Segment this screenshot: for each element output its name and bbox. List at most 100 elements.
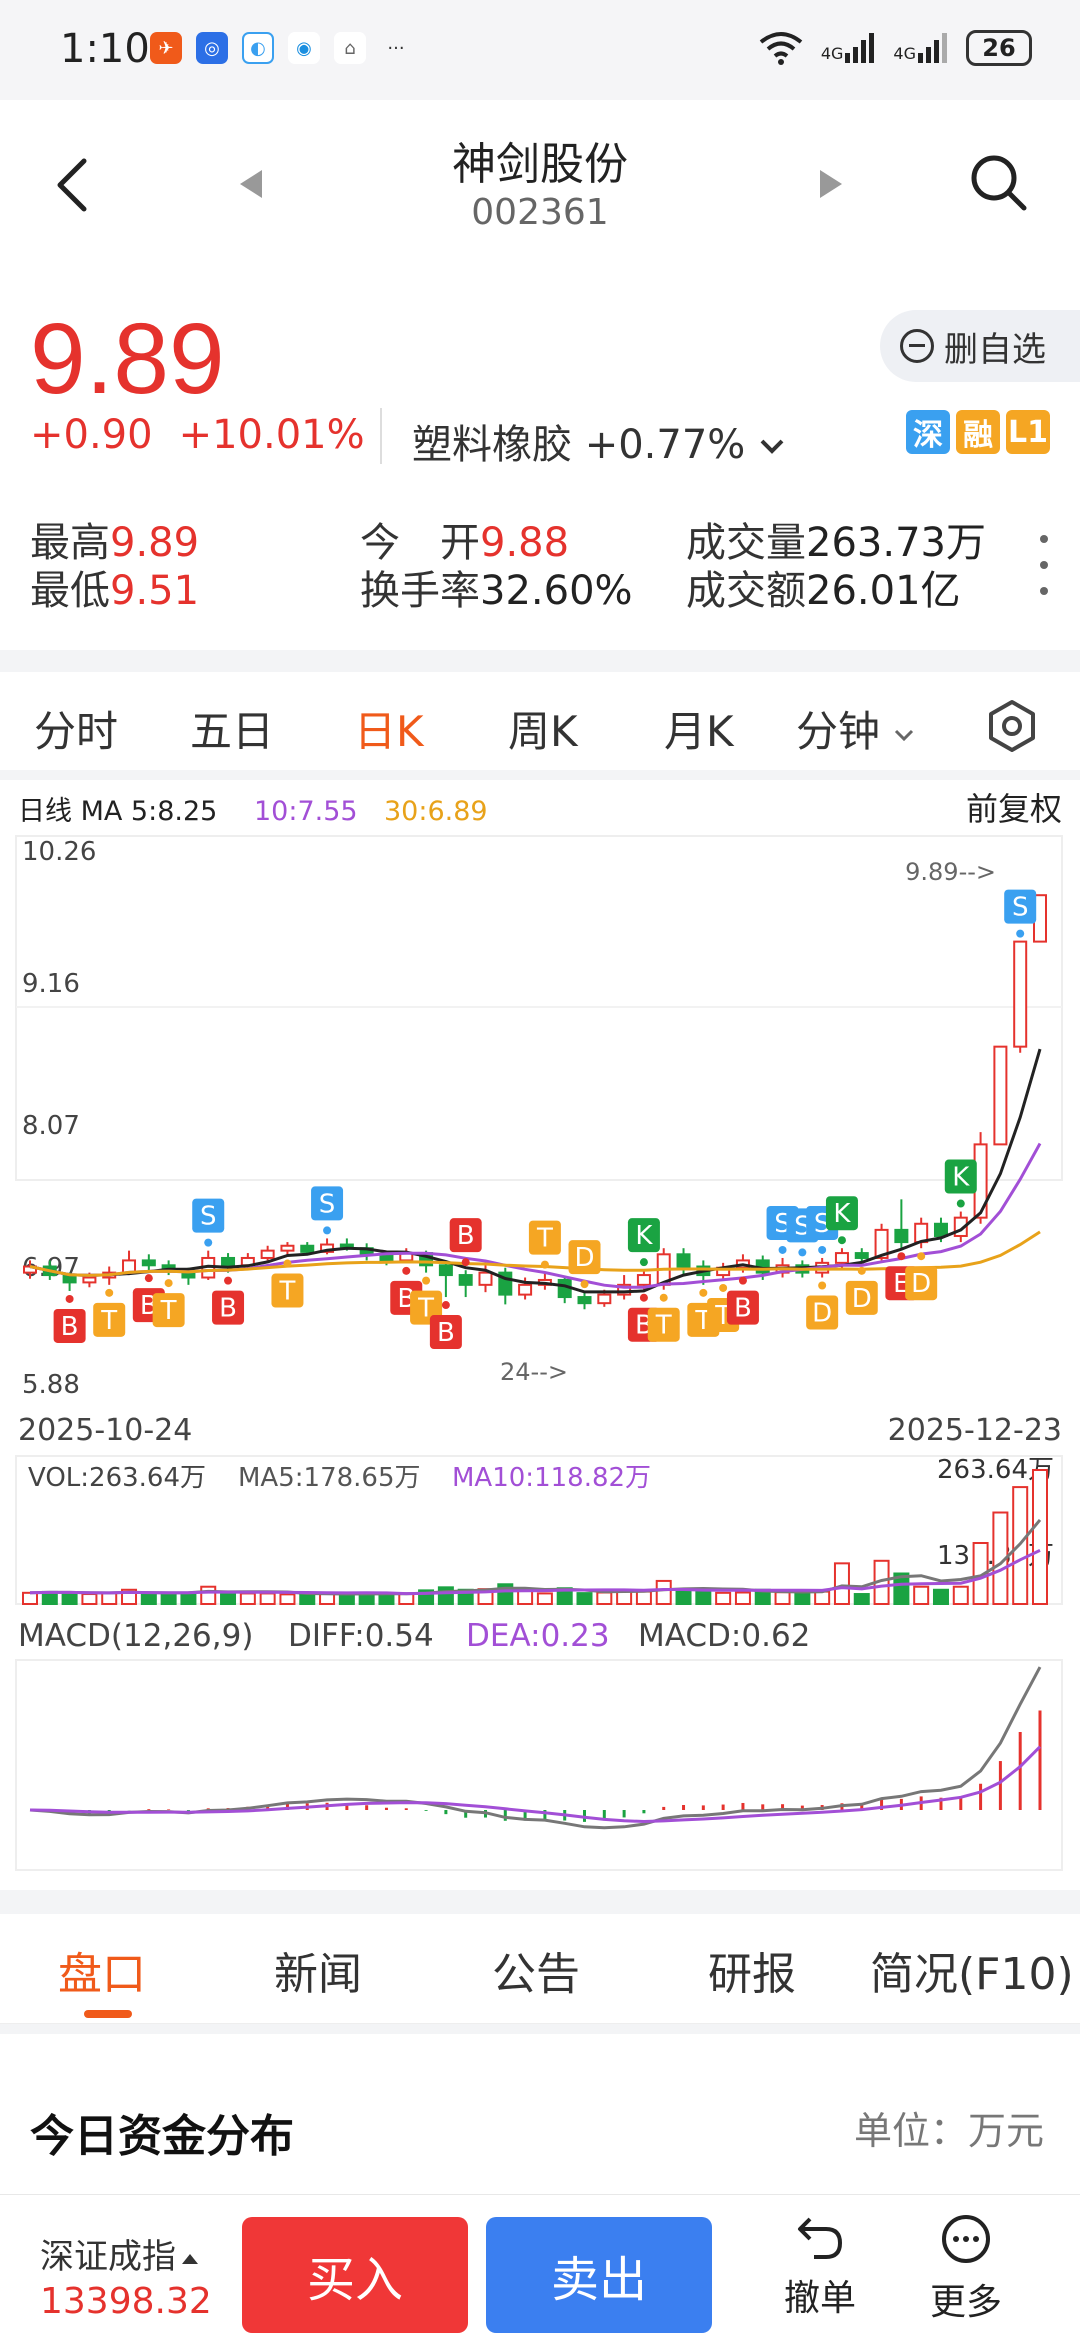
stock-name: 神剑股份 xyxy=(452,139,628,190)
ma10-label: 10:7.55 xyxy=(254,796,358,827)
trade-bar: 深证成指 13398.32 买入 卖出 撤单 更多 xyxy=(0,2194,1080,2340)
volume-bar xyxy=(932,1588,949,1606)
signal-badge-text: B xyxy=(61,1312,79,1342)
signal-dot xyxy=(105,1288,114,1297)
kline-chart[interactable]: 日线 MA 5:8.25 10:7.55 30:6.89 前复权 10.26 9… xyxy=(0,780,1080,1890)
app-notification-icon: ◉ xyxy=(288,32,320,64)
tab-five-day[interactable]: 五日 xyxy=(190,698,274,759)
signal-dot xyxy=(164,1279,173,1288)
tab-monthly-k[interactable]: 月K xyxy=(664,698,734,759)
stat-amount: 成交额26.01亿 xyxy=(686,568,961,614)
sector-dropdown[interactable]: 塑料橡胶 +0.77% xyxy=(412,412,786,470)
signal-dot xyxy=(956,1199,965,1208)
volume-bar xyxy=(635,1590,652,1606)
tag-level1[interactable]: L1 xyxy=(1006,410,1050,454)
volume-bar xyxy=(239,1592,256,1605)
signal-dot xyxy=(818,1245,827,1254)
sector-label: 塑料橡胶 +0.77% xyxy=(412,422,746,468)
status-bar: 1:10 ✈ ◎ ◐ ◉ ⌂ ··· 4G 4G 26 xyxy=(0,0,1080,100)
price-tick: 10.26 xyxy=(22,837,96,867)
tab-daily-k[interactable]: 日K xyxy=(354,698,424,759)
date-end: 2025-12-23 xyxy=(888,1413,1062,1448)
search-icon[interactable] xyxy=(966,150,1030,214)
signal-badge-text: T xyxy=(100,1306,117,1336)
candle-body xyxy=(636,1274,651,1286)
signal-badge-text: K xyxy=(635,1221,653,1251)
volume-bar xyxy=(833,1562,850,1606)
tab-news[interactable]: 新闻 xyxy=(274,1938,362,2002)
buy-button[interactable]: 买入 xyxy=(242,2217,468,2333)
tab-minute[interactable]: 分钟 xyxy=(796,698,915,759)
candle-body xyxy=(597,1293,612,1305)
macd-dea-label: DEA:0.23 xyxy=(466,1618,610,1654)
stock-header: 神剑股份 002361 xyxy=(0,100,1080,280)
candle-body xyxy=(141,1259,156,1267)
app-notification-icon: ◎ xyxy=(196,32,228,64)
fund-unit-label: 单位：万元 xyxy=(853,2109,1044,2153)
candle-body xyxy=(1013,940,1028,1048)
index-selector[interactable]: 深证成指 xyxy=(40,2229,198,2278)
volume-bar xyxy=(101,1592,118,1605)
volume-bar xyxy=(517,1589,534,1606)
tab-research[interactable]: 研报 xyxy=(708,1938,796,2002)
candle-body xyxy=(933,1222,948,1237)
signal-badge-text: T xyxy=(279,1277,296,1307)
candle-body xyxy=(834,1252,849,1264)
signal-badge-text: S xyxy=(319,1189,336,1219)
sell-button[interactable]: 卖出 xyxy=(486,2217,712,2333)
price-tick: 8.07 xyxy=(22,1111,80,1141)
app-notification-icon: ◐ xyxy=(242,32,274,64)
tag-shenzhen[interactable]: 深 xyxy=(906,410,950,454)
cancel-order-label: 撤单 xyxy=(783,2278,856,2319)
candle-body xyxy=(82,1276,97,1284)
signal-badge-text: S xyxy=(1012,893,1029,923)
remove-favorite-label: 删自选 xyxy=(944,329,1046,370)
change-amount: +0.90 xyxy=(30,412,153,458)
cancel-order-button[interactable]: 撤单 xyxy=(760,2213,880,2321)
signal-badge-text: B xyxy=(219,1294,237,1324)
adjust-mode-label[interactable]: 前复权 xyxy=(966,790,1062,828)
volume-bar xyxy=(695,1589,712,1605)
candle-body xyxy=(280,1244,295,1252)
volume-bar xyxy=(259,1592,276,1605)
signal-badge-text: D xyxy=(852,1284,872,1314)
high-price-note: 9.89--> xyxy=(905,858,996,886)
candle-body xyxy=(894,1228,909,1244)
volume-bar xyxy=(715,1591,732,1606)
candle-body xyxy=(300,1244,315,1253)
index-name: 深证成指 xyxy=(40,2237,176,2277)
stock-tags: 深 融 L1 xyxy=(906,410,1050,454)
macd-area-frame xyxy=(15,1659,1063,1871)
tag-margin[interactable]: 融 xyxy=(956,410,1000,454)
tab-profile-f10[interactable]: 简况(F10) xyxy=(870,1938,1074,2002)
signal-dot xyxy=(917,1252,926,1261)
more-button[interactable]: 更多 xyxy=(906,2213,1026,2325)
price-change: +0.90 +10.01% xyxy=(30,412,391,458)
signal-dot xyxy=(224,1276,233,1285)
stock-code: 002361 xyxy=(471,192,609,233)
more-notifications-icon: ··· xyxy=(387,37,405,59)
vol-ma5-label: MA5:178.65万 xyxy=(238,1463,421,1493)
more-vertical-icon[interactable] xyxy=(1040,535,1050,595)
volume-bar xyxy=(160,1593,177,1605)
signal-badge-text: T xyxy=(160,1296,177,1326)
signal-badge-text: T xyxy=(655,1311,672,1341)
next-stock-arrow-icon[interactable] xyxy=(820,170,842,198)
candle-body xyxy=(676,1253,691,1268)
macd-diff-line xyxy=(29,1666,1042,1830)
tab-intraday[interactable]: 分时 xyxy=(34,698,118,759)
tab-announcements[interactable]: 公告 xyxy=(492,1938,580,2002)
volume-bar xyxy=(913,1585,930,1606)
remove-favorite-button[interactable]: 删自选 xyxy=(880,310,1080,382)
signal-dot xyxy=(461,1258,470,1267)
candle-body xyxy=(577,1296,592,1305)
settings-hexagon-icon[interactable] xyxy=(984,698,1040,754)
active-tab-indicator xyxy=(84,2010,132,2018)
section-gap xyxy=(0,650,1080,672)
candle-body xyxy=(260,1249,275,1259)
tab-order-book[interactable]: 盘口 xyxy=(58,1938,146,2002)
tab-weekly-k[interactable]: 周K xyxy=(508,698,578,759)
volume-bar xyxy=(596,1591,613,1605)
kline-chart-svg[interactable]: 日线 MA 5:8.25 10:7.55 30:6.89 前复权 10.26 9… xyxy=(0,780,1080,1890)
quote-panel: 9.89 +0.90 +10.01% 塑料橡胶 +0.77% 删自选 深 融 L1… xyxy=(0,280,1080,650)
